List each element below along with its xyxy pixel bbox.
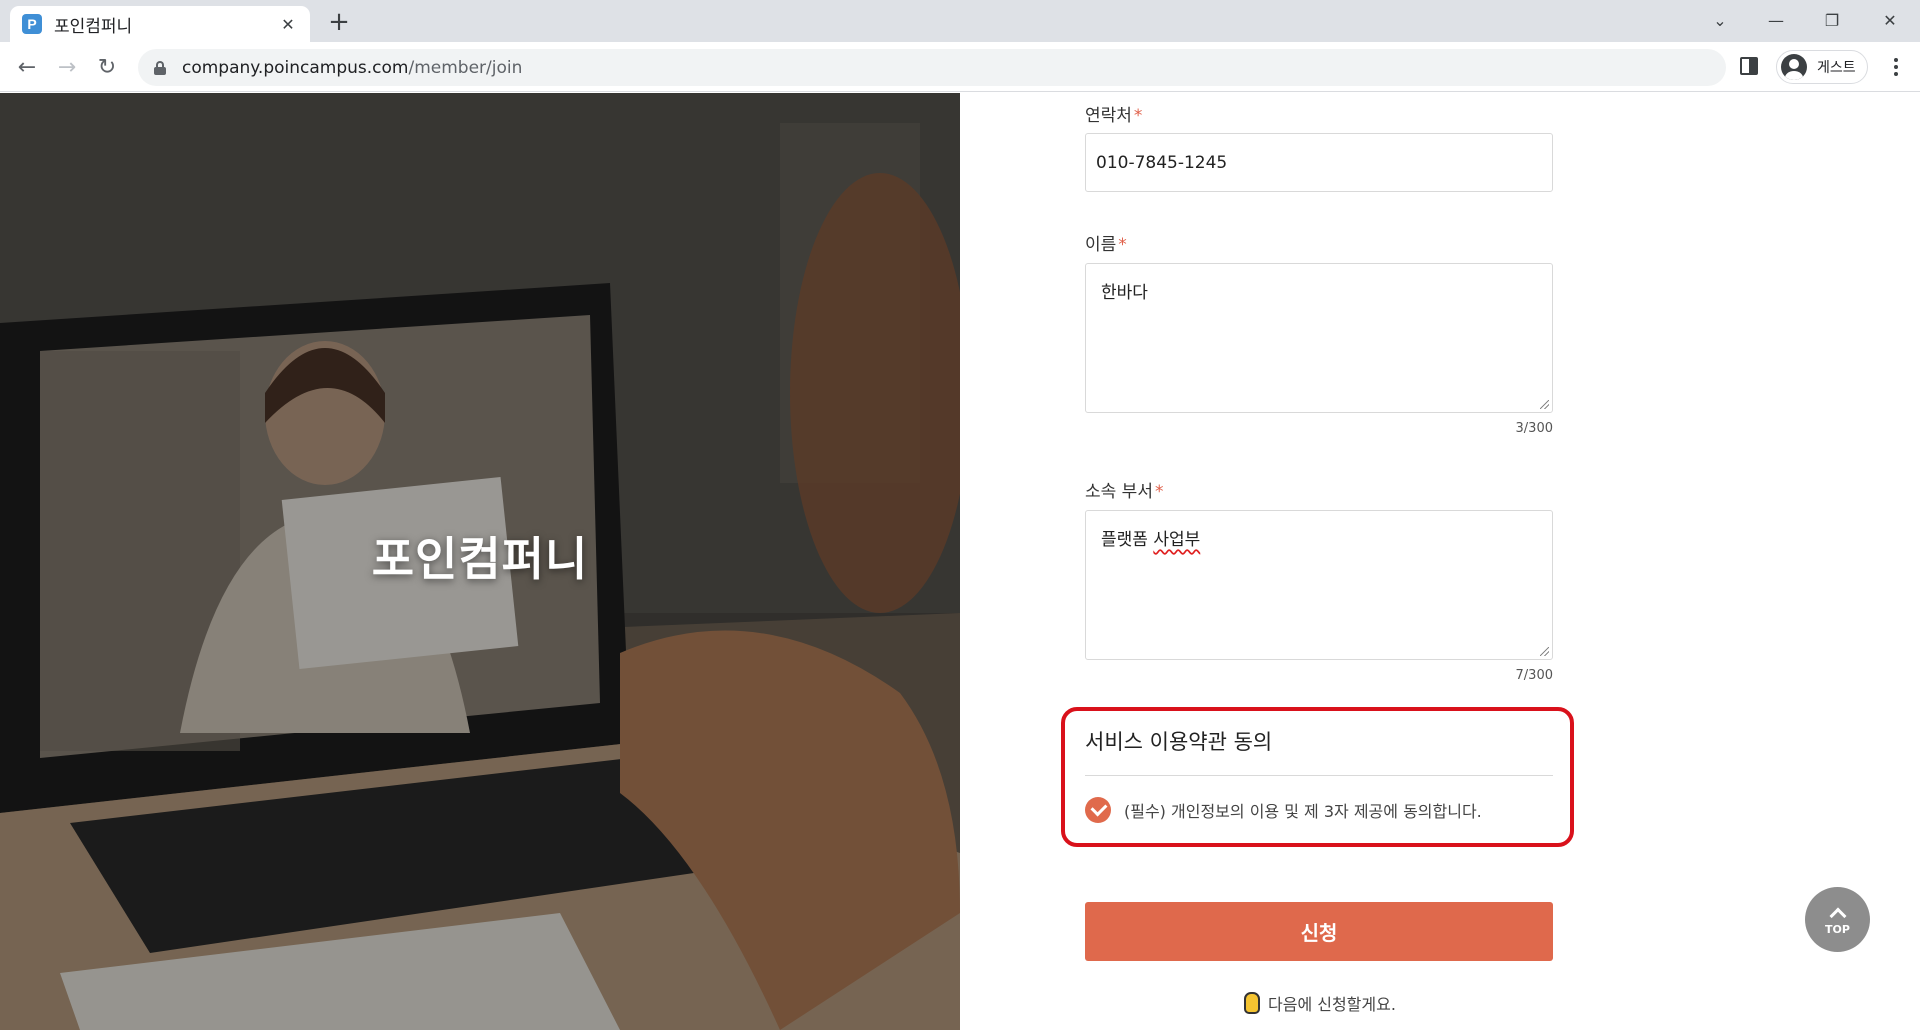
- hero-title: 포인컴퍼니: [371, 532, 589, 586]
- tab-search-chevron-icon[interactable]: ⌄: [1700, 4, 1740, 36]
- name-char-counter: 3/300: [1515, 421, 1553, 436]
- back-arrow-icon[interactable]: ←: [10, 50, 44, 84]
- required-mark: *: [1118, 235, 1127, 255]
- browser-tab[interactable]: P 포인컴퍼니 ✕: [10, 6, 310, 42]
- terms-agree-label: (필수) 개인정보의 이용 및 제 3자 제공에 동의합니다.: [1124, 802, 1482, 821]
- department-value: 플랫폼 사업부: [1101, 530, 1201, 550]
- checked-circle-icon[interactable]: [1085, 797, 1111, 823]
- contact-label: 연락처 *: [1085, 106, 1143, 126]
- terms-title: 서비스 이용약관 동의: [1085, 730, 1273, 754]
- department-textarea[interactable]: 플랫폼 사업부: [1085, 510, 1553, 660]
- name-label: 이름 *: [1085, 235, 1127, 255]
- terms-divider: [1085, 775, 1553, 776]
- department-char-counter: 7/300: [1515, 668, 1553, 683]
- site-favicon-icon: P: [22, 14, 42, 34]
- minimize-icon[interactable]: —: [1756, 4, 1796, 36]
- browser-menu-icon[interactable]: [1886, 52, 1906, 82]
- hand-icon: [1244, 992, 1260, 1014]
- page-content: 포인컴퍼니 연락처 * 010-7845-1245 이름 * 한바다 3/300 소…: [0, 93, 1920, 1030]
- resize-grip-icon[interactable]: [1540, 647, 1549, 656]
- new-tab-plus-icon[interactable]: +: [325, 7, 353, 37]
- browser-tab-bar: P 포인컴퍼니 ✕ + ⌄ — ❐ ✕: [0, 0, 1920, 42]
- apply-later-label: 다음에 신청할게요.: [1268, 995, 1396, 1014]
- forward-arrow-icon[interactable]: →: [50, 50, 84, 84]
- profile-button[interactable]: 게스트: [1776, 50, 1868, 84]
- resize-grip-icon[interactable]: [1540, 400, 1549, 409]
- window-close-icon[interactable]: ✕: [1870, 4, 1910, 36]
- tab-close-icon[interactable]: ✕: [278, 15, 298, 34]
- side-panel-icon[interactable]: [1740, 57, 1758, 75]
- hero-image: 포인컴퍼니: [0, 93, 960, 1030]
- chevron-up-icon: [1829, 907, 1846, 924]
- name-value: 한바다: [1101, 283, 1148, 303]
- url-text: company.poincampus.com/member/join: [182, 57, 523, 78]
- required-mark: *: [1154, 482, 1164, 502]
- profile-label: 게스트: [1817, 60, 1856, 76]
- reload-icon[interactable]: ↻: [90, 50, 124, 84]
- tab-title: 포인컴퍼니: [54, 16, 133, 37]
- terms-agree-checkbox[interactable]: (필수) 개인정보의 이용 및 제 3자 제공에 동의합니다.: [1085, 797, 1482, 823]
- restore-icon[interactable]: ❐: [1812, 4, 1852, 36]
- submit-button[interactable]: 신청: [1085, 902, 1553, 961]
- guest-avatar-icon: [1781, 54, 1807, 80]
- address-bar[interactable]: company.poincampus.com/member/join: [138, 49, 1726, 86]
- lock-icon: [154, 60, 166, 75]
- required-mark: *: [1133, 106, 1143, 126]
- contact-input[interactable]: 010-7845-1245: [1085, 133, 1553, 192]
- scroll-top-button[interactable]: TOP: [1805, 887, 1870, 952]
- department-label: 소속 부서 *: [1085, 482, 1164, 502]
- apply-later-link[interactable]: 다음에 신청할게요.: [1244, 991, 1396, 1015]
- browser-toolbar: ← → ↻ company.poincampus.com/member/join…: [0, 42, 1920, 92]
- name-textarea[interactable]: 한바다: [1085, 263, 1553, 413]
